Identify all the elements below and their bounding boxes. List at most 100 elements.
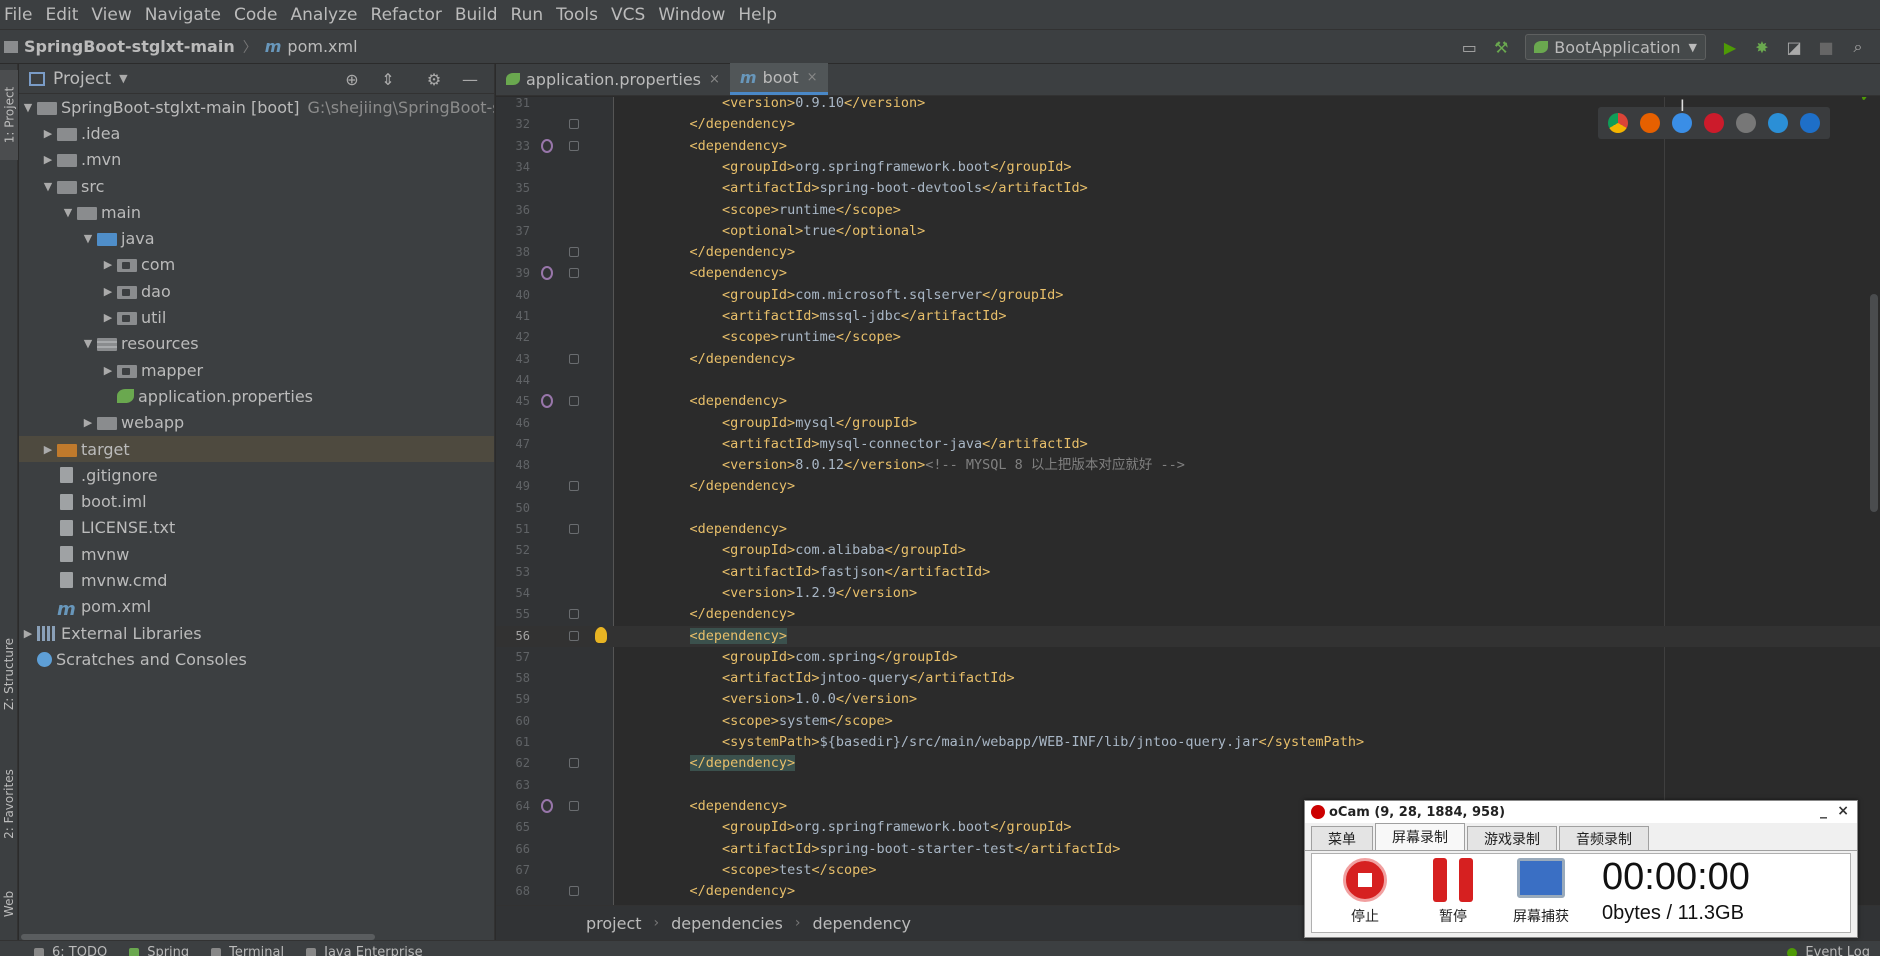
breadcrumb-file[interactable]: pom.xml <box>287 37 357 56</box>
todo-tool-button[interactable]: 6: TODO <box>34 945 107 956</box>
code-line[interactable]: 47 <artifactId>mysql-connector-java</art… <box>496 434 1880 455</box>
code-line[interactable]: 46 <groupId>mysql</groupId> <box>496 413 1880 434</box>
event-log-button[interactable]: Event Log <box>1787 945 1870 956</box>
code-line[interactable]: 60 <scope>system</scope> <box>496 711 1880 732</box>
code-line[interactable]: 62 </dependency> <box>496 753 1880 774</box>
menu-run[interactable]: Run <box>507 0 553 30</box>
code-line[interactable]: 45 <dependency> <box>496 391 1880 412</box>
run-icon[interactable]: ▶ <box>1718 35 1742 59</box>
tree-row-mvn[interactable]: ▶ .mvn <box>19 147 494 173</box>
code-line[interactable]: 50 <box>496 498 1880 519</box>
project-panel-title[interactable]: Project <box>53 69 111 89</box>
chevron-down-icon[interactable]: ▼ <box>119 72 127 85</box>
expanded-arrow-icon[interactable]: ▼ <box>79 337 97 350</box>
collapsed-arrow-icon[interactable]: ▶ <box>39 443 57 456</box>
ocam-stop-button[interactable]: 停止 <box>1328 858 1402 928</box>
tab-web-tool[interactable]: Web <box>0 874 18 934</box>
dependency-gutter-icon[interactable] <box>541 798 553 813</box>
ocam-tab-menu[interactable]: 菜单 <box>1311 826 1373 850</box>
code-line[interactable]: 38 </dependency> <box>496 242 1880 263</box>
tab-structure-tool[interactable]: Z: Structure <box>0 624 18 724</box>
collapsed-arrow-icon[interactable]: ▶ <box>39 127 57 140</box>
code-editor[interactable]: ✔ 31 <version>0.9.10</version> 32 </depen… <box>496 97 1880 905</box>
fold-marker-icon[interactable] <box>569 886 579 897</box>
collapsed-arrow-icon[interactable]: ▶ <box>99 285 117 298</box>
menu-edit[interactable]: Edit <box>41 0 87 30</box>
breadcrumb-item-dependencies[interactable]: dependencies <box>671 914 783 933</box>
fold-marker-icon[interactable] <box>569 353 579 364</box>
spring-tool-button[interactable]: Spring <box>129 945 189 956</box>
fold-marker-icon[interactable] <box>569 396 579 407</box>
ocam-title-bar[interactable]: oCam (9, 28, 1884, 958) _ × <box>1305 801 1857 823</box>
code-line[interactable]: 63 <box>496 775 1880 796</box>
coverage-icon[interactable]: ◪ <box>1782 35 1806 59</box>
code-line[interactable]: 55 </dependency> <box>496 604 1880 625</box>
collapsed-arrow-icon[interactable]: ▶ <box>39 153 57 166</box>
tree-row-scratches[interactable]: Scratches and Consoles <box>19 646 494 672</box>
dependency-gutter-icon[interactable] <box>541 138 553 153</box>
intention-bulb-icon[interactable] <box>595 626 607 643</box>
tree-row-webapp[interactable]: ▶ webapp <box>19 410 494 436</box>
menu-view[interactable]: View <box>87 0 140 30</box>
code-line[interactable]: 34 <groupId>org.springframework.boot</gr… <box>496 157 1880 178</box>
tree-row-idea[interactable]: ▶ .idea <box>19 120 494 146</box>
tab-project-tool[interactable]: 1: Project <box>0 70 18 160</box>
build-hammer-icon[interactable]: ⚒ <box>1489 35 1513 59</box>
menu-code[interactable]: Code <box>230 0 287 30</box>
menu-refactor[interactable]: Refactor <box>367 0 451 30</box>
ocam-tab-game-record[interactable]: 游戏录制 <box>1467 826 1557 850</box>
ocam-pause-button[interactable]: 暂停 <box>1416 858 1490 928</box>
menu-file[interactable]: File <box>0 0 41 30</box>
menu-navigate[interactable]: Navigate <box>141 0 230 30</box>
code-line[interactable]: 32 </dependency> <box>496 114 1880 135</box>
tree-row-mapper[interactable]: ▶ mapper <box>19 357 494 383</box>
code-line[interactable]: 52 <groupId>com.alibaba</groupId> <box>496 540 1880 561</box>
tree-row-java[interactable]: ▼ java <box>19 225 494 251</box>
code-line[interactable]: 56 <dependency> <box>496 625 1880 647</box>
terminal-tool-button[interactable]: Terminal <box>211 945 284 956</box>
fold-marker-icon[interactable] <box>569 630 579 641</box>
collapsed-arrow-icon[interactable]: ▶ <box>99 258 117 271</box>
code-line[interactable]: 43 </dependency> <box>496 349 1880 370</box>
menu-vcs[interactable]: VCS <box>607 0 654 30</box>
fold-marker-icon[interactable] <box>569 758 579 769</box>
code-line[interactable]: 39 <dependency> <box>496 263 1880 284</box>
tree-row-com[interactable]: ▶ com <box>19 252 494 278</box>
fold-marker-icon[interactable] <box>569 140 579 151</box>
expanded-arrow-icon[interactable]: ▼ <box>39 180 57 193</box>
tree-row-util[interactable]: ▶ util <box>19 304 494 330</box>
code-line[interactable]: 53 <artifactId>fastjson</artifactId> <box>496 562 1880 583</box>
code-line[interactable]: 36 <scope>runtime</scope> <box>496 200 1880 221</box>
ocam-tab-screen-record[interactable]: 屏幕录制 <box>1375 823 1465 850</box>
tree-row-target[interactable]: ▶ target <box>19 435 494 463</box>
breadcrumb-project[interactable]: SpringBoot-stglxt-main <box>24 37 235 56</box>
tree-row-application-properties[interactable]: application.properties <box>19 383 494 409</box>
tab-application-properties[interactable]: application.properties × <box>496 63 730 95</box>
fold-marker-icon[interactable] <box>569 119 579 130</box>
close-icon[interactable]: × <box>807 70 818 85</box>
expanded-arrow-icon[interactable]: ▼ <box>59 206 77 219</box>
collapsed-arrow-icon[interactable]: ▶ <box>19 627 37 640</box>
tree-row-external-libraries[interactable]: ▶ External Libraries <box>19 620 494 646</box>
code-line[interactable]: 54 <version>1.2.9</version> <box>496 583 1880 604</box>
code-line[interactable]: 61 <systemPath>${basedir}/src/main/webap… <box>496 732 1880 753</box>
code-line[interactable]: 40 <groupId>com.microsoft.sqlserver</gro… <box>496 285 1880 306</box>
close-icon[interactable]: × <box>1837 803 1849 819</box>
code-line[interactable]: 31 <version>0.9.10</version> <box>496 97 1880 114</box>
menu-analyze[interactable]: Analyze <box>287 0 367 30</box>
code-line[interactable]: 57 <groupId>com.spring</groupId> <box>496 647 1880 668</box>
dependency-gutter-icon[interactable] <box>541 266 553 281</box>
gear-icon[interactable]: ⚙ <box>422 67 446 91</box>
java-enterprise-tool-button[interactable]: Java Enterprise <box>306 945 423 956</box>
tree-row-mvnw[interactable]: mvnw <box>19 541 494 567</box>
fold-marker-icon[interactable] <box>569 800 579 811</box>
collapsed-arrow-icon[interactable]: ▶ <box>79 416 97 429</box>
menu-window[interactable]: Window <box>654 0 734 30</box>
fold-marker-icon[interactable] <box>569 268 579 279</box>
tree-row-license[interactable]: LICENSE.txt <box>19 515 494 541</box>
collapsed-arrow-icon[interactable]: ▶ <box>99 311 117 324</box>
collapse-all-icon[interactable]: ⇕ <box>376 67 400 91</box>
tree-row-src[interactable]: ▼ src <box>19 173 494 199</box>
fold-marker-icon[interactable] <box>569 481 579 492</box>
tree-row-main[interactable]: ▼ main <box>19 199 494 225</box>
